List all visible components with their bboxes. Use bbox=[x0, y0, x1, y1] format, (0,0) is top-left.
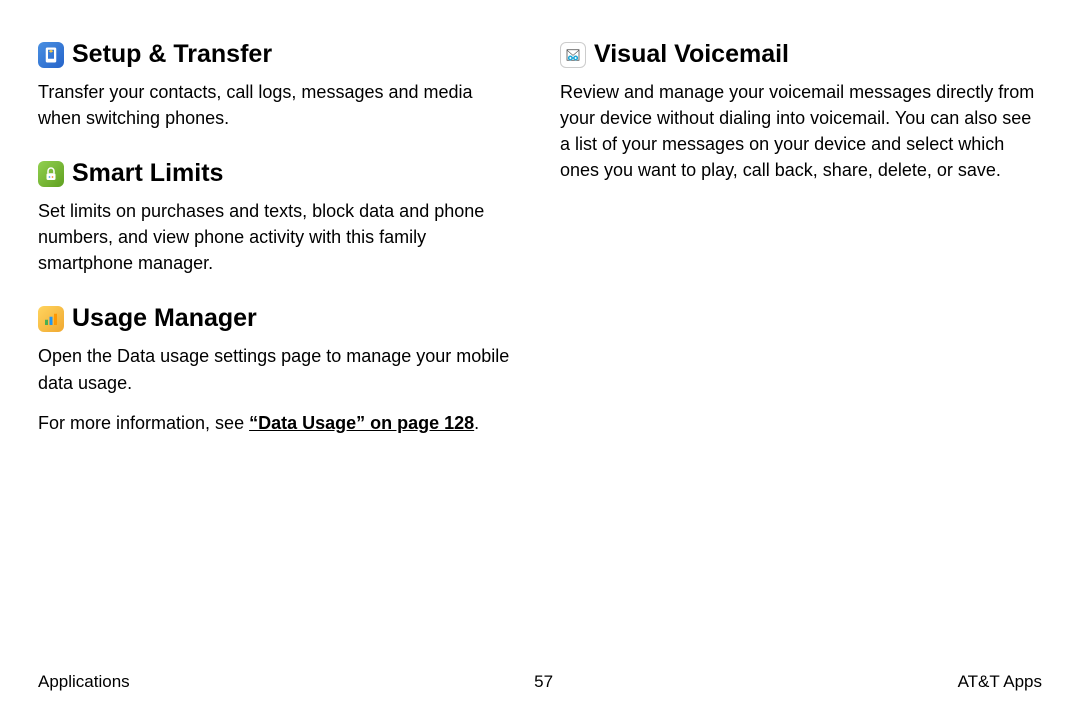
heading-setup-transfer: Setup & Transfer bbox=[38, 40, 520, 69]
more-info-usage-manager: For more information, see “Data Usage” o… bbox=[38, 410, 520, 436]
title-usage-manager: Usage Manager bbox=[72, 304, 257, 333]
title-setup-transfer: Setup & Transfer bbox=[72, 40, 272, 69]
footer-page-number: 57 bbox=[534, 672, 553, 692]
desc-visual-voicemail: Review and manage your voicemail message… bbox=[560, 79, 1042, 183]
more-info-suffix: . bbox=[474, 413, 479, 433]
heading-usage-manager: Usage Manager bbox=[38, 304, 520, 333]
heading-smart-limits: Smart Limits bbox=[38, 159, 520, 188]
section-usage-manager: Usage Manager Open the Data usage settin… bbox=[38, 304, 520, 435]
smart-limits-icon bbox=[38, 161, 64, 187]
setup-transfer-icon bbox=[38, 42, 64, 68]
title-smart-limits: Smart Limits bbox=[72, 159, 223, 188]
usage-manager-icon bbox=[38, 306, 64, 332]
desc-smart-limits: Set limits on purchases and texts, block… bbox=[38, 198, 520, 276]
left-column: Setup & Transfer Transfer your contacts,… bbox=[38, 40, 520, 464]
desc-usage-manager: Open the Data usage settings page to man… bbox=[38, 343, 520, 395]
heading-visual-voicemail: Visual Voicemail bbox=[560, 40, 1042, 69]
section-setup-transfer: Setup & Transfer Transfer your contacts,… bbox=[38, 40, 520, 131]
right-column: Visual Voicemail Review and manage your … bbox=[560, 40, 1042, 464]
data-usage-link[interactable]: “Data Usage” on page 128 bbox=[249, 413, 474, 433]
footer-right: AT&T Apps bbox=[958, 672, 1042, 692]
page-footer: Applications 57 AT&T Apps bbox=[38, 672, 1042, 692]
visual-voicemail-icon bbox=[560, 42, 586, 68]
desc-setup-transfer: Transfer your contacts, call logs, messa… bbox=[38, 79, 520, 131]
section-smart-limits: Smart Limits Set limits on purchases and… bbox=[38, 159, 520, 276]
more-info-prefix: For more information, see bbox=[38, 413, 249, 433]
title-visual-voicemail: Visual Voicemail bbox=[594, 40, 789, 69]
section-visual-voicemail: Visual Voicemail Review and manage your … bbox=[560, 40, 1042, 183]
footer-left: Applications bbox=[38, 672, 130, 692]
